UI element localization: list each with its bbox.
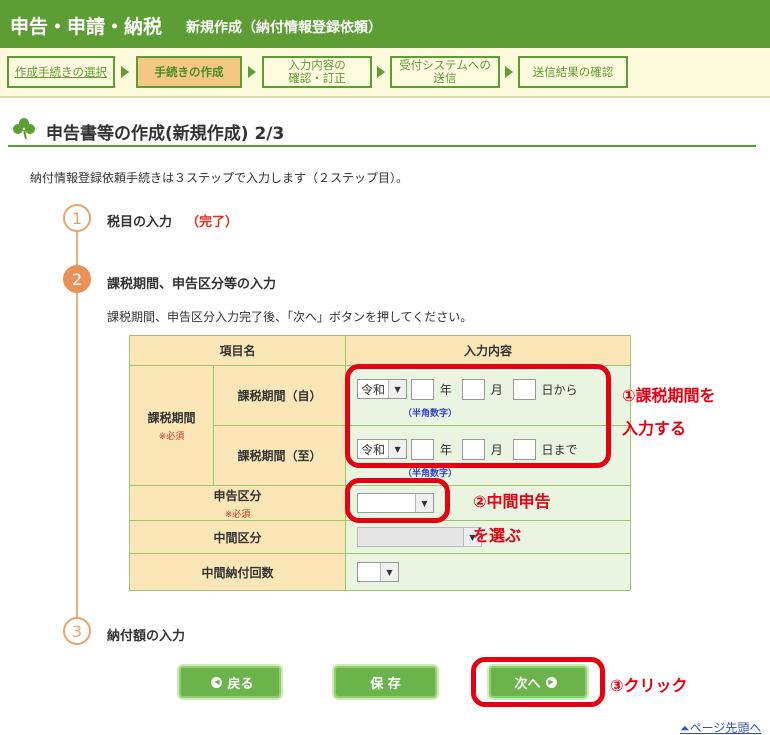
section-3-label: 納付額の入力 — [107, 629, 186, 644]
declaration-type-label-cell: 申告区分 ※必須 — [129, 485, 346, 521]
section-1-status: （完了） — [186, 215, 239, 230]
annotation-2-line1: ②中間申告 — [473, 492, 551, 511]
step-number-2: 2 — [63, 265, 91, 293]
annotation-box-declaration-type — [345, 478, 450, 523]
step-number-3: 3 — [63, 617, 91, 645]
required-mark: ※必須 — [224, 509, 251, 520]
step-arrow-icon — [505, 66, 513, 78]
step-create-procedure: 手続きの作成 — [136, 56, 242, 88]
annotation-3: ③クリック — [610, 676, 688, 695]
page-title: 申告書等の作成(新規作成) 2/3 — [46, 124, 285, 144]
step-result: 送信結果の確認 — [518, 56, 628, 88]
step-number-1: 1 — [63, 204, 91, 232]
save-button[interactable]: 保 存 — [334, 666, 437, 698]
step-arrow-icon — [377, 66, 385, 78]
step-arrow-icon — [121, 66, 129, 78]
step-select-procedure[interactable]: 作成手続きの選択 — [7, 56, 115, 88]
page-top-label: ページ先頭へ — [689, 721, 762, 735]
section-1-label: 税目の入力 — [107, 215, 173, 230]
next-button[interactable]: 次へ ▶ — [489, 666, 587, 698]
app-title: 申告・申請・納税 — [10, 16, 163, 38]
annotation-1-line1: ①課税期間を — [622, 386, 716, 405]
clover-icon — [13, 118, 35, 139]
arrow-right-icon: ▶ — [545, 676, 557, 688]
title-divider — [8, 145, 756, 147]
step-send-to-system: 受付システムへの 送信 — [390, 56, 500, 88]
save-button-label: 保 存 — [370, 676, 401, 692]
interim-type-label: 中間区分 — [129, 520, 346, 554]
column-header-item: 項目名 — [129, 335, 346, 366]
annotation-1-line2: 入力する — [622, 419, 687, 438]
section-2-label: 課税期間、申告区分等の入力 — [107, 277, 277, 292]
interim-payment-count-select[interactable]: ▼ — [357, 562, 399, 582]
interim-payment-count-label: 中間納付回数 — [129, 553, 346, 591]
back-button-label: 戻る — [227, 676, 254, 692]
annotation-2-line2: を選ぶ — [473, 526, 522, 545]
interim-payment-count-cell: ▼ — [345, 553, 631, 591]
step-navigation: 作成手続きの選択 手続きの作成 入力内容の 確認・訂正 受付システムへの 送信 … — [0, 48, 770, 98]
intro-text: 納付情報登録依頼手続きは３ステップで入力します（２ステップ目）。 — [30, 171, 409, 185]
app-header: 申告・申請・納税 新規作成（納付情報登録依頼） — [0, 0, 770, 48]
column-header-input: 入力内容 — [345, 335, 631, 366]
arrow-up-icon: ⏶ — [680, 721, 690, 735]
next-button-label: 次へ — [514, 676, 541, 692]
declaration-type-label: 申告区分 — [213, 488, 262, 503]
page-top-link[interactable]: ⏶ページ先頭へ — [680, 719, 761, 735]
interim-type-select[interactable]: ▼ — [357, 527, 482, 547]
chevron-down-icon: ▼ — [380, 563, 398, 581]
required-mark: ※必須 — [158, 432, 185, 442]
section-1-heading: 税目の入力 （完了） — [107, 211, 238, 230]
period-from-label: 課税期間（自） — [213, 365, 346, 426]
tax-period-label-cell: 課税期間 ※必須 — [129, 365, 214, 486]
annotation-box-tax-period — [345, 364, 611, 468]
step-confirm-correct: 入力内容の 確認・訂正 — [262, 56, 372, 88]
period-to-label: 課税期間（至） — [213, 425, 346, 486]
tax-period-label: 課税期間 — [147, 411, 196, 425]
step-arrow-icon — [248, 66, 256, 78]
app-subtitle: 新規作成（納付情報登録依頼） — [186, 20, 382, 36]
arrow-left-icon: ◀ — [211, 676, 223, 688]
section-2-description: 課税期間、申告区分入力完了後、「次へ」ボタンを押してください。 — [107, 310, 473, 324]
back-button[interactable]: ◀ 戻る — [179, 666, 281, 698]
